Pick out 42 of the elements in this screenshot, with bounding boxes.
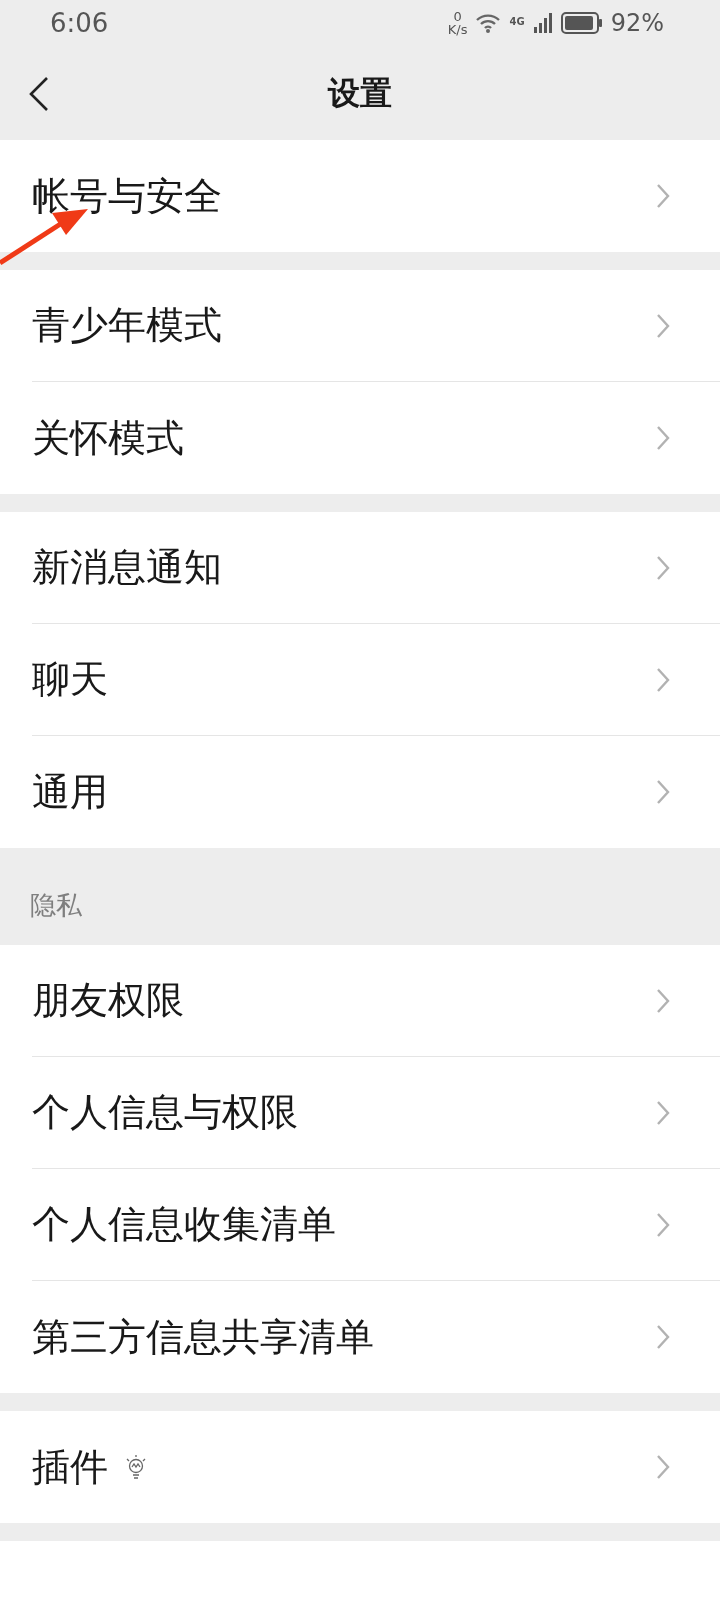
chevron-icon: [656, 1324, 670, 1350]
network-speed: 0 K/s: [447, 10, 468, 36]
chevron-icon: [656, 1099, 670, 1126]
chevron-icon: [656, 312, 670, 339]
section-header: 隐私: [29, 889, 83, 922]
battery-icon: [560, 12, 603, 34]
chevron-icon: [656, 183, 670, 209]
item-label: 新消息通知: [32, 544, 222, 591]
settings-item[interactable]: 青少年模式: [32, 270, 720, 382]
lightbulb-icon: [124, 1454, 148, 1480]
settings-item[interactable]: 朋友权限: [32, 945, 720, 1057]
item-label: 个人信息收集清单: [32, 1201, 336, 1248]
chevron-icon: [656, 779, 670, 805]
settings-item[interactable]: 聊天: [32, 624, 720, 736]
item-label: 个人信息与权限: [32, 1089, 298, 1136]
chevron-icon: [656, 554, 670, 581]
back-icon[interactable]: [28, 76, 50, 112]
battery-percent: 92%: [610, 8, 664, 39]
chevron-icon: [656, 1211, 670, 1238]
chevron-icon: [656, 987, 670, 1014]
settings-item[interactable]: 通用: [32, 736, 720, 848]
status-time: 6:06: [50, 6, 109, 40]
settings-item[interactable]: 新消息通知: [32, 512, 720, 624]
item-label: 通用: [32, 768, 108, 816]
item-label: 青少年模式: [32, 302, 222, 349]
item-label: 帐号与安全: [32, 172, 222, 220]
settings-item[interactable]: 个人信息与权限: [32, 1057, 720, 1169]
settings-item[interactable]: 个人信息收集清单: [32, 1169, 720, 1281]
item-label: 插件: [32, 1443, 108, 1491]
chevron-icon: [656, 666, 670, 693]
item-label: 关怀模式: [32, 414, 184, 462]
item-label: 聊天: [32, 656, 108, 703]
signal-icon: [532, 13, 553, 33]
wifi-icon: [475, 13, 502, 33]
network-type: 4G: [509, 17, 525, 27]
page-title: 设置: [328, 73, 392, 114]
item-label: 朋友权限: [32, 977, 184, 1024]
item-label: 第三方信息共享清单: [32, 1313, 374, 1361]
settings-item[interactable]: 第三方信息共享清单: [32, 1281, 720, 1393]
settings-item[interactable]: 关怀模式: [32, 382, 720, 494]
chevron-icon: [656, 1454, 670, 1480]
chevron-icon: [656, 425, 670, 451]
